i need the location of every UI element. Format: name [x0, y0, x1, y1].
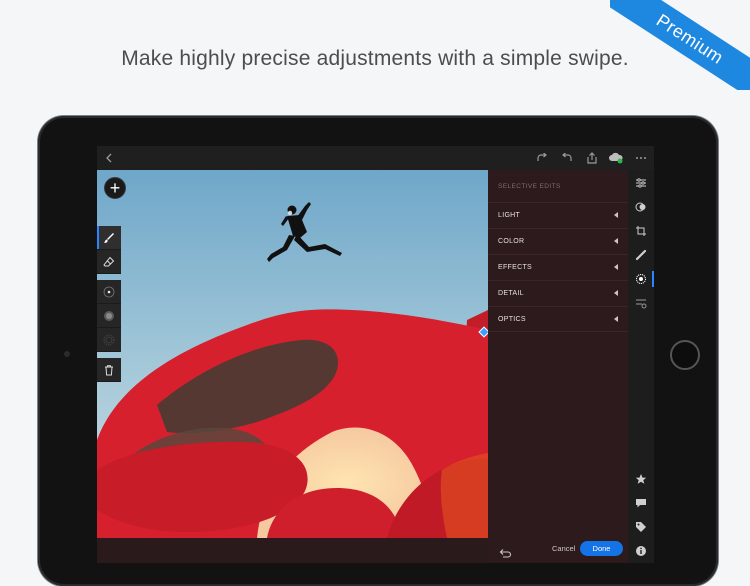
redo-icon[interactable]	[534, 150, 550, 166]
eraser-icon[interactable]	[97, 250, 121, 274]
crop-icon[interactable]	[634, 224, 648, 238]
brush-icon[interactable]	[97, 226, 121, 250]
share-icon[interactable]	[584, 150, 600, 166]
panel-item-detail[interactable]: DETAIL	[488, 280, 628, 306]
healing-icon[interactable]	[634, 248, 648, 262]
done-button[interactable]: Done	[580, 541, 623, 556]
caret-left-icon	[614, 238, 618, 244]
more-icon[interactable]	[633, 150, 649, 166]
info-icon[interactable]	[634, 544, 648, 558]
tag-icon[interactable]	[634, 520, 648, 534]
undo-icon[interactable]	[559, 150, 575, 166]
panel-item-label: OPTICS	[498, 315, 526, 323]
selective-tools	[97, 226, 121, 382]
premium-label: Premium	[653, 9, 728, 68]
sliders-icon[interactable]	[634, 176, 648, 190]
presets-icon[interactable]	[634, 200, 648, 214]
versions-icon[interactable]	[634, 296, 648, 310]
radial-gradient-icon[interactable]	[97, 280, 121, 304]
caret-left-icon	[614, 316, 618, 322]
photo-canvas[interactable]	[97, 170, 488, 538]
active-tool-indicator	[652, 271, 654, 287]
panel-item-label: LIGHT	[498, 212, 521, 219]
panel-item-label: COLOR	[498, 238, 525, 245]
home-button	[670, 340, 700, 370]
add-mask-button[interactable]: +	[104, 177, 126, 199]
back-arrow-icon[interactable]	[101, 150, 117, 166]
selective-edits-panel: SELECTIVE EDITS LIGHT COLOR EFFECTS DETA…	[488, 170, 628, 563]
panel-item-effects[interactable]: EFFECTS	[488, 254, 628, 280]
panel-item-color[interactable]: COLOR	[488, 228, 628, 254]
right-toolbar	[628, 170, 654, 563]
caret-left-icon	[614, 290, 618, 296]
panel-item-optics[interactable]: OPTICS	[488, 306, 628, 332]
selective-icon[interactable]	[634, 272, 648, 286]
caret-left-icon	[614, 264, 618, 270]
feather-icon[interactable]	[97, 328, 121, 352]
panel-item-label: EFFECTS	[498, 264, 532, 271]
filmstrip-bar	[97, 538, 488, 563]
camera-dot	[64, 351, 70, 357]
panel-title: SELECTIVE EDITS	[498, 183, 561, 190]
panel-item-label: DETAIL	[498, 290, 524, 297]
trash-icon[interactable]	[97, 358, 121, 382]
top-toolbar	[97, 146, 654, 170]
panel-item-light[interactable]: LIGHT	[488, 202, 628, 228]
reset-icon[interactable]	[498, 545, 512, 558]
premium-ribbon: Premium	[610, 0, 750, 90]
comment-icon[interactable]	[634, 496, 648, 510]
cancel-button[interactable]: Cancel	[552, 544, 575, 553]
star-icon[interactable]	[634, 472, 648, 486]
app-screen: + SELECTIVE EDITS LIGHT COLOR EFFECTS DE…	[97, 146, 654, 563]
linear-gradient-icon[interactable]	[97, 304, 121, 328]
caret-left-icon	[614, 212, 618, 218]
cloud-sync-icon[interactable]	[608, 150, 624, 166]
